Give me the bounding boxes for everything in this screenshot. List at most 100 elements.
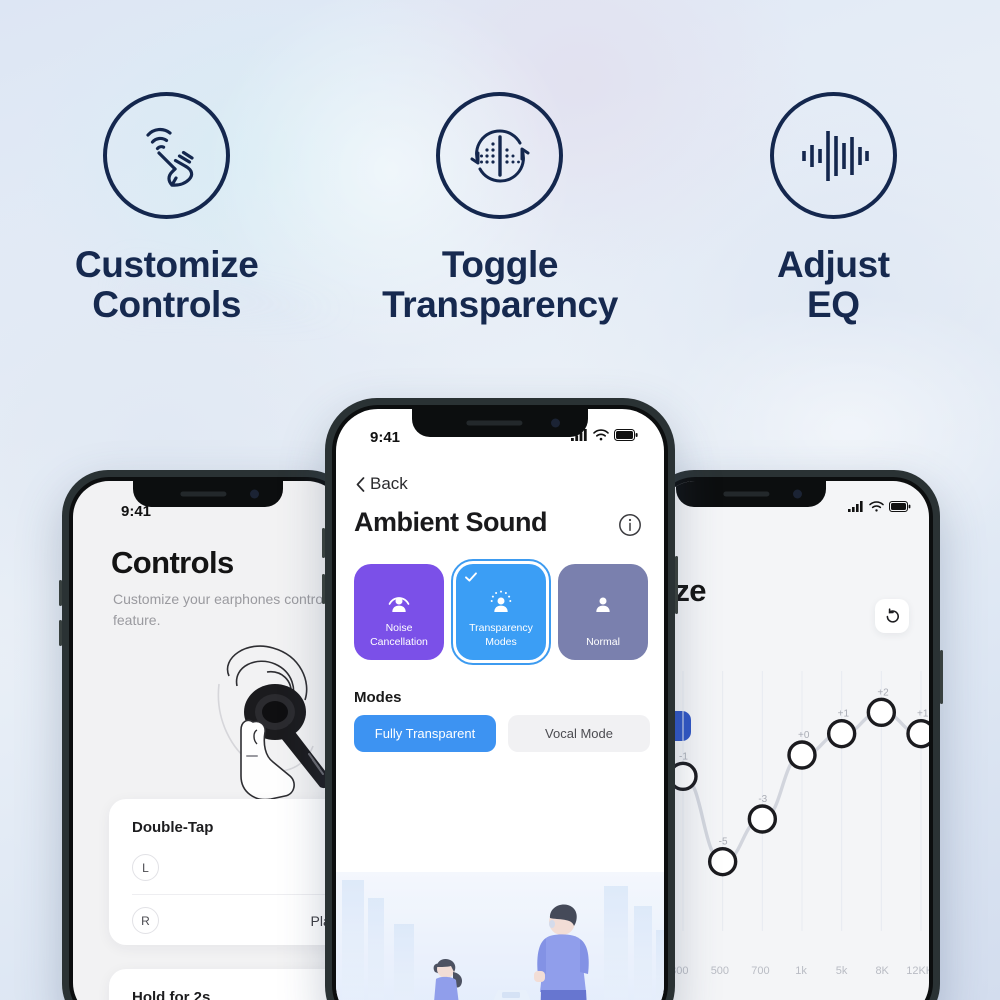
eq-tick: 12KHz	[906, 965, 929, 977]
eq-handle[interactable]	[747, 804, 778, 834]
volume-down-button[interactable]	[322, 574, 325, 604]
eq-screen: omize -1-5-3+0+1+2+1 300 500 700 1k	[659, 481, 929, 1000]
eq-tick: 8K	[875, 965, 889, 977]
eq-chart[interactable]: -1 -5 -3 +0 +1 +2 +1 300 500 700 1k 5k 8K 12KH…	[659, 631, 929, 991]
eq-value-label: +1	[917, 709, 929, 720]
wifi-icon	[869, 501, 884, 512]
feature-customize-controls: Customize Controls	[0, 92, 333, 352]
equalizer-waveform-icon	[769, 92, 897, 219]
volume-up-button[interactable]	[59, 580, 62, 606]
tile-label-line1: Normal	[586, 635, 620, 648]
controls-screen: 9:41 Controls Customize your earphones c…	[73, 481, 343, 1000]
page-title: Controls	[111, 545, 234, 580]
tile-transparency-modes[interactable]: Transparency Modes	[451, 559, 551, 665]
earbud-tap-illustration	[177, 626, 343, 801]
eq-curve-plot: -1 -5 -3 +0 +1 +2 +1	[668, 671, 929, 931]
check-icon	[464, 570, 478, 589]
modes-toggle-group: Fully Transparent Vocal Mode	[354, 715, 650, 752]
reset-counterclockwise-icon[interactable]	[875, 599, 909, 633]
mode-vocal[interactable]: Vocal Mode	[508, 715, 650, 752]
back-button[interactable]: Back	[356, 474, 408, 494]
notch	[675, 481, 826, 507]
feature-label-line2: Controls	[92, 283, 242, 325]
feature-label-line1: Adjust	[776, 244, 890, 285]
phone-center-bezel: 9:41 Back Ambient Sound Noise Cancellati…	[332, 405, 668, 1000]
ambient-sound-screen: 9:41 Back Ambient Sound Noise Cancellati…	[336, 409, 664, 1000]
battery-icon	[614, 429, 638, 441]
tile-label-line1: Transparency	[469, 622, 533, 635]
person-icon	[590, 588, 617, 620]
card-double-tap: Double-Tap L R Play/P	[109, 799, 343, 945]
divider	[132, 894, 343, 895]
feature-label: Adjust EQ	[777, 245, 890, 325]
eq-value-label: +2	[877, 687, 889, 698]
side-badge-right: R	[132, 907, 159, 934]
battery-icon	[889, 501, 911, 512]
tile-label-line1: Noise	[385, 622, 413, 635]
phone-center-ambient-sound: 9:41 Back Ambient Sound Noise Cancellati…	[322, 398, 678, 1000]
status-icons	[848, 501, 911, 512]
phone-left-controls: 9:41 Controls Customize your earphones c…	[59, 470, 354, 1000]
feature-label-line2: EQ	[806, 283, 860, 325]
eq-handle[interactable]	[906, 718, 929, 749]
tile-label-line2: Cancellation	[370, 635, 428, 648]
eq-value-label: -3	[758, 794, 767, 805]
phone-right-bezel: omize -1-5-3+0+1+2+1 300 500 700 1k	[655, 477, 933, 1000]
card-title: Hold for 2s	[132, 989, 211, 1000]
phone-right-eq: omize -1-5-3+0+1+2+1 300 500 700 1k	[648, 470, 943, 1000]
modes-heading: Modes	[354, 689, 402, 706]
eq-value-label: +0	[798, 730, 810, 741]
volume-up-button[interactable]	[322, 528, 325, 558]
page-title: Ambient Sound	[354, 507, 547, 537]
page-subtitle: Customize your earphones controls featur…	[113, 591, 334, 628]
eq-tick: 500	[710, 965, 730, 977]
eq-tick: 1k	[795, 965, 807, 977]
feature-label-line1: Toggle	[441, 244, 559, 285]
tile-normal[interactable]: Normal	[558, 564, 648, 660]
city-street-people-illustration	[336, 872, 664, 1000]
eq-value-label: +1	[838, 709, 850, 720]
feature-label-line1: Customize	[74, 244, 259, 285]
table-row[interactable]: L	[132, 854, 343, 881]
eq-handle[interactable]	[826, 718, 857, 749]
mode-fully-transparent[interactable]: Fully Transparent	[354, 715, 496, 752]
tile-noise-cancellation[interactable]: Noise Cancellation	[354, 564, 444, 660]
table-row[interactable]: R Play/P	[132, 907, 343, 934]
wifi-icon	[593, 429, 609, 441]
eq-tick: 700	[751, 965, 770, 977]
poster-canvas: Customize Controls Toggle Transparency A…	[0, 0, 1000, 1000]
side-badge-left: L	[132, 854, 159, 881]
feature-label: Toggle Transparency	[382, 245, 618, 325]
person-ambient-icon	[488, 588, 515, 620]
power-button[interactable]	[940, 650, 943, 704]
chevron-left-icon	[356, 476, 365, 492]
feature-label-line2: Transparency	[382, 283, 618, 325]
volume-down-button[interactable]	[59, 620, 62, 646]
eq-handle[interactable]	[866, 697, 897, 728]
feature-adjust-eq: Adjust EQ	[667, 92, 1000, 352]
phone-left-bezel: 9:41 Controls Customize your earphones c…	[69, 477, 347, 1000]
back-label: Back	[370, 474, 408, 493]
eq-handle[interactable]	[707, 846, 738, 877]
eq-value-label: -1	[679, 751, 688, 762]
person-muted-icon	[386, 588, 413, 620]
tap-gesture-icon	[103, 92, 231, 219]
tile-label: Transparency Modes	[469, 622, 533, 649]
card-hold-for-2s: Hold for 2s	[109, 969, 343, 1000]
tile-label: Normal	[586, 636, 620, 649]
status-time: 9:41	[370, 429, 401, 446]
feature-row: Customize Controls Toggle Transparency A…	[0, 92, 1000, 352]
card-title: Double-Tap	[132, 819, 214, 836]
info-circle-icon[interactable]	[618, 513, 642, 537]
eq-handle[interactable]	[787, 740, 817, 770]
feature-label: Customize Controls	[74, 244, 259, 325]
eq-axis-labels: 300 500 700 1k 5k 8K 12KHz	[659, 965, 929, 977]
feature-toggle-transparency: Toggle Transparency	[333, 92, 666, 352]
notch	[133, 481, 283, 507]
tile-label-line2: Modes	[485, 635, 517, 648]
eq-tick: 5k	[835, 965, 848, 977]
tile-label: Noise Cancellation	[370, 622, 428, 649]
notch	[412, 409, 588, 437]
eq-value-label: -5	[719, 837, 728, 848]
power-button[interactable]	[675, 556, 678, 614]
